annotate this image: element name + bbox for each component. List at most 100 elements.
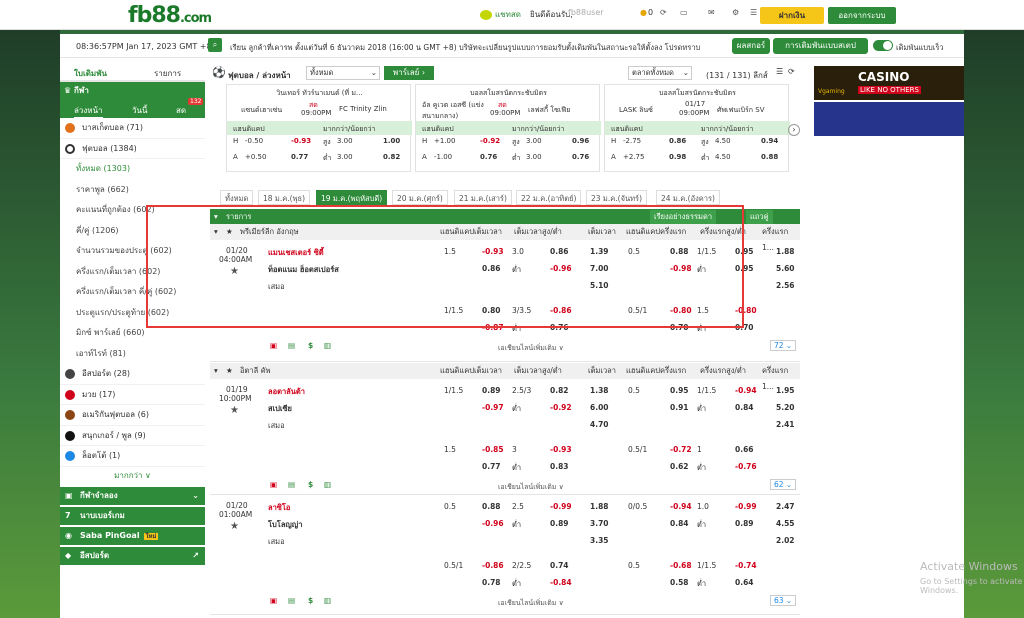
odds-cell[interactable]: 0.96 [572, 137, 589, 145]
date-tab[interactable]: 23 ม.ค.(จันทร์) [586, 190, 648, 205]
odds-cell[interactable]: 1.88 [776, 247, 795, 256]
logout-button[interactable]: ออกจากระบบ [828, 7, 896, 24]
odds-cell[interactable]: 0.95 [670, 386, 689, 395]
results-button[interactable]: ผลสกอร์ [732, 38, 770, 54]
group-number-game[interactable]: 7 นาบเบอร์เกม [60, 506, 205, 525]
league-header[interactable]: ▾ ★ อิตาลี คัพ แฮนดิแคปเต็มเวลา เต็มเวลาสูง/… [210, 363, 800, 391]
odds-cell[interactable]: 0.77 [291, 153, 308, 161]
odds-cell[interactable]: -0.94 [670, 502, 692, 511]
odds-cell[interactable]: 3.35 [590, 536, 609, 545]
odds-cell[interactable]: 0.88 [482, 502, 501, 511]
odds-cell[interactable]: 0.66 [735, 445, 754, 454]
odds-cell[interactable]: 0.89 [482, 386, 501, 395]
odds-cell[interactable]: 3.70 [590, 519, 609, 528]
search-icon[interactable]: ⌕ [208, 38, 222, 52]
video-icon[interactable]: ▣ [270, 341, 277, 350]
collapse-icon[interactable]: ▾ [214, 363, 218, 379]
sidebar-item-american-football[interactable]: อเมริกันฟุตบอล (6) [60, 405, 205, 426]
row-mode-select[interactable]: แถวคู่ [746, 210, 773, 224]
odds-cell[interactable]: 0.77 [482, 462, 501, 471]
odds-cell[interactable]: 2.56 [776, 281, 795, 290]
odds-cell[interactable]: 0.98 [669, 153, 686, 161]
more-lines-link[interactable]: เอเชียนไลน์เพิ่มเติม ∨ [498, 598, 564, 609]
sub-item-all[interactable]: ทั้งหมด (1303) [60, 159, 205, 180]
odds-cell[interactable]: -0.93 [550, 445, 572, 454]
odds-cell[interactable]: 5.20 [776, 403, 795, 412]
gift-icon[interactable]: ✉ [708, 8, 715, 17]
odds-cell[interactable]: 1.95 [776, 386, 795, 395]
date-tab[interactable]: 20 ม.ค.(ศุกร์) [392, 190, 448, 205]
date-tab[interactable]: 22 ม.ค.(อาทิตย์) [516, 190, 582, 205]
favorite-star-icon[interactable]: ★ [230, 521, 239, 532]
dollar-icon[interactable]: $ [308, 480, 313, 489]
odds-cell[interactable]: -0.84 [550, 578, 572, 587]
group-saba-pingoal[interactable]: ◉ Saba PinGoal ใหม่ [60, 526, 205, 545]
odds-cell[interactable]: 0.64 [735, 578, 754, 587]
dollar-icon[interactable]: $ [308, 596, 313, 605]
featured-match-card[interactable]: บอลสโมสรนัดกระชับมิตร LASK ลินซ์ 01/17 0… [604, 84, 790, 172]
sidebar-item-lotto[interactable]: ล็อตโต้ (1) [60, 446, 205, 467]
ticket-icon[interactable]: ▭ [680, 8, 688, 17]
odds-cell[interactable]: -0.72 [670, 445, 692, 454]
odds-cell[interactable]: 0.89 [735, 519, 754, 528]
menu-icon[interactable]: ☰ [776, 67, 783, 76]
group-esports[interactable]: ◆ อีสปอร์ต ↗ [60, 546, 205, 565]
odds-cell[interactable]: 5.60 [776, 264, 795, 273]
more-markets-count[interactable]: 63 ⌄ [770, 595, 797, 606]
odds-cell[interactable]: -0.92 [550, 403, 572, 412]
odds-cell[interactable]: -0.85 [482, 445, 504, 454]
gear-icon[interactable]: ⚙ [732, 8, 739, 17]
sidebar-item-basketball[interactable]: บาสเก็ตบอล (71) [60, 118, 205, 139]
odds-cell[interactable]: 0.83 [550, 462, 569, 471]
odds-cell[interactable]: -0.92 [480, 137, 500, 145]
date-tab[interactable]: 21 ม.ค.(เสาร์) [454, 190, 512, 205]
fb88-logo[interactable]: fb88.com [128, 3, 212, 28]
sidebar-item-boxing[interactable]: มวย (17) [60, 385, 205, 405]
odds-cell[interactable]: 1.38 [590, 386, 609, 395]
odds-cell[interactable]: -0.99 [735, 502, 757, 511]
group-virtual-sports[interactable]: ▣ กีฬาจำลอง ⌄ [60, 486, 205, 505]
bar-chart-icon[interactable]: ▥ [324, 341, 331, 350]
worldcup-banner[interactable] [814, 102, 964, 136]
external-link-icon[interactable]: ↗ [192, 547, 199, 565]
deposit-button[interactable]: ฝากเงิน [760, 7, 824, 24]
parlay-button[interactable]: พาร์เลย์ › [384, 66, 434, 80]
odds-cell[interactable]: 0.84 [735, 403, 754, 412]
casino-banner[interactable]: CASINO LIKE NO OTHERS Vgaming [814, 66, 964, 100]
odds-cell[interactable]: 0.84 [670, 519, 689, 528]
odds-cell[interactable]: 0.82 [383, 153, 400, 161]
tab-list[interactable]: รายการ [154, 67, 181, 80]
bar-chart-icon[interactable]: ▥ [324, 480, 331, 489]
bet-mode-select[interactable]: การเดิมพันแบบสเตป [773, 38, 868, 54]
odds-cell[interactable]: 0.86 [669, 137, 686, 145]
video-icon[interactable]: ▣ [270, 596, 277, 605]
carousel-next-icon[interactable]: › [788, 124, 800, 136]
sub-item[interactable]: เอาท์ไรท์ (81) [60, 344, 205, 365]
tab-betslip[interactable]: ใบเดิมพัน [74, 67, 107, 80]
odds-cell[interactable]: -0.74 [735, 561, 757, 570]
odds-cell[interactable]: 0.78 [482, 578, 501, 587]
refresh-icon[interactable]: ⟳ [788, 67, 795, 76]
odds-cell[interactable]: -0.94 [735, 386, 757, 395]
dollar-icon[interactable]: $ [308, 341, 313, 350]
odds-cell[interactable]: -0.96 [482, 519, 504, 528]
star-icon[interactable]: ★ [226, 363, 233, 379]
odds-cell[interactable]: 4.55 [776, 519, 795, 528]
sub-item[interactable]: ราคาพูล (662) [60, 180, 205, 201]
filter-select[interactable]: ทั้งหมด ⌄ [306, 66, 380, 80]
bar-chart-icon[interactable]: ▥ [324, 596, 331, 605]
more-lines-link[interactable]: เอเชียนไลน์เพิ่มเติม ∨ [498, 343, 564, 354]
league-count[interactable]: (131 / 131) ลีกส์ [706, 69, 768, 82]
tab-early[interactable]: ล่วงหน้า [74, 104, 103, 119]
odds-cell[interactable]: 0.89 [550, 519, 569, 528]
date-tab-active[interactable]: 19 ม.ค.(พฤหัสบดี) [316, 190, 388, 205]
more-lines-link[interactable]: เอเชียนไลน์เพิ่มเติม ∨ [498, 482, 564, 493]
featured-match-card[interactable]: บอลสโมสรนัดกระชับมิตร อัล คูเวต เอสซี (แ… [415, 84, 601, 172]
more-link[interactable]: มากกว่า ∨ [60, 467, 205, 485]
sidebar-item-football[interactable]: ฟุตบอล (1384) [60, 139, 205, 159]
odds-cell[interactable]: 0.76 [572, 153, 589, 161]
odds-cell[interactable]: 2.47 [776, 502, 795, 511]
sports-header[interactable]: ♛ กีฬา [60, 82, 205, 100]
tab-live[interactable]: สด [176, 104, 186, 117]
stats-table-icon[interactable]: ▤ [288, 596, 295, 605]
